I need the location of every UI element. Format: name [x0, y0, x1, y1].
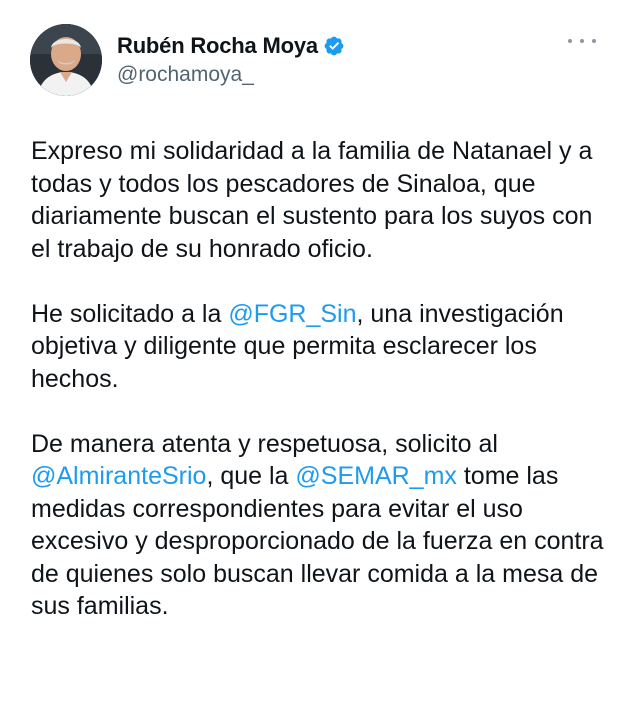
- more-options-icon[interactable]: [568, 34, 596, 48]
- tweet-header: Rubén Rocha Moya @rochamoya_: [30, 22, 610, 98]
- verified-badge-icon: [323, 35, 345, 57]
- mention-link[interactable]: @AlmiranteSrio: [31, 462, 206, 490]
- mention-link[interactable]: @SEMAR_mx: [295, 462, 457, 490]
- display-name-row: Rubén Rocha Moya: [117, 32, 345, 60]
- avatar[interactable]: [30, 24, 102, 96]
- mention-link[interactable]: @FGR_Sin: [228, 300, 356, 328]
- dot: [592, 39, 596, 43]
- display-name[interactable]: Rubén Rocha Moya: [117, 33, 318, 59]
- dot: [568, 39, 572, 43]
- paragraph-text: , que la: [206, 462, 296, 490]
- dot: [580, 39, 584, 43]
- paragraph-text: De manera atenta y respetuosa, solicito …: [31, 429, 498, 458]
- author-handle[interactable]: @rochamoya_: [117, 63, 345, 87]
- tweet-card: Rubén Rocha Moya @rochamoya_ Expreso mi …: [0, 0, 628, 717]
- paragraph-text: Expreso mi solidaridad a la familia de N…: [31, 137, 593, 263]
- author-names: Rubén Rocha Moya @rochamoya_: [117, 32, 345, 87]
- tweet-paragraph-2: He solicitado a la @FGR_Sin, una investi…: [31, 298, 616, 396]
- paragraph-text: He solicitado a la: [31, 299, 229, 328]
- avatar-image: [30, 24, 102, 96]
- tweet-paragraph-1: Expreso mi solidaridad a la familia de N…: [31, 135, 616, 265]
- tweet-paragraph-3: De manera atenta y respetuosa, solicito …: [31, 428, 616, 623]
- tweet-text: Expreso mi solidaridad a la familia de N…: [31, 135, 616, 655]
